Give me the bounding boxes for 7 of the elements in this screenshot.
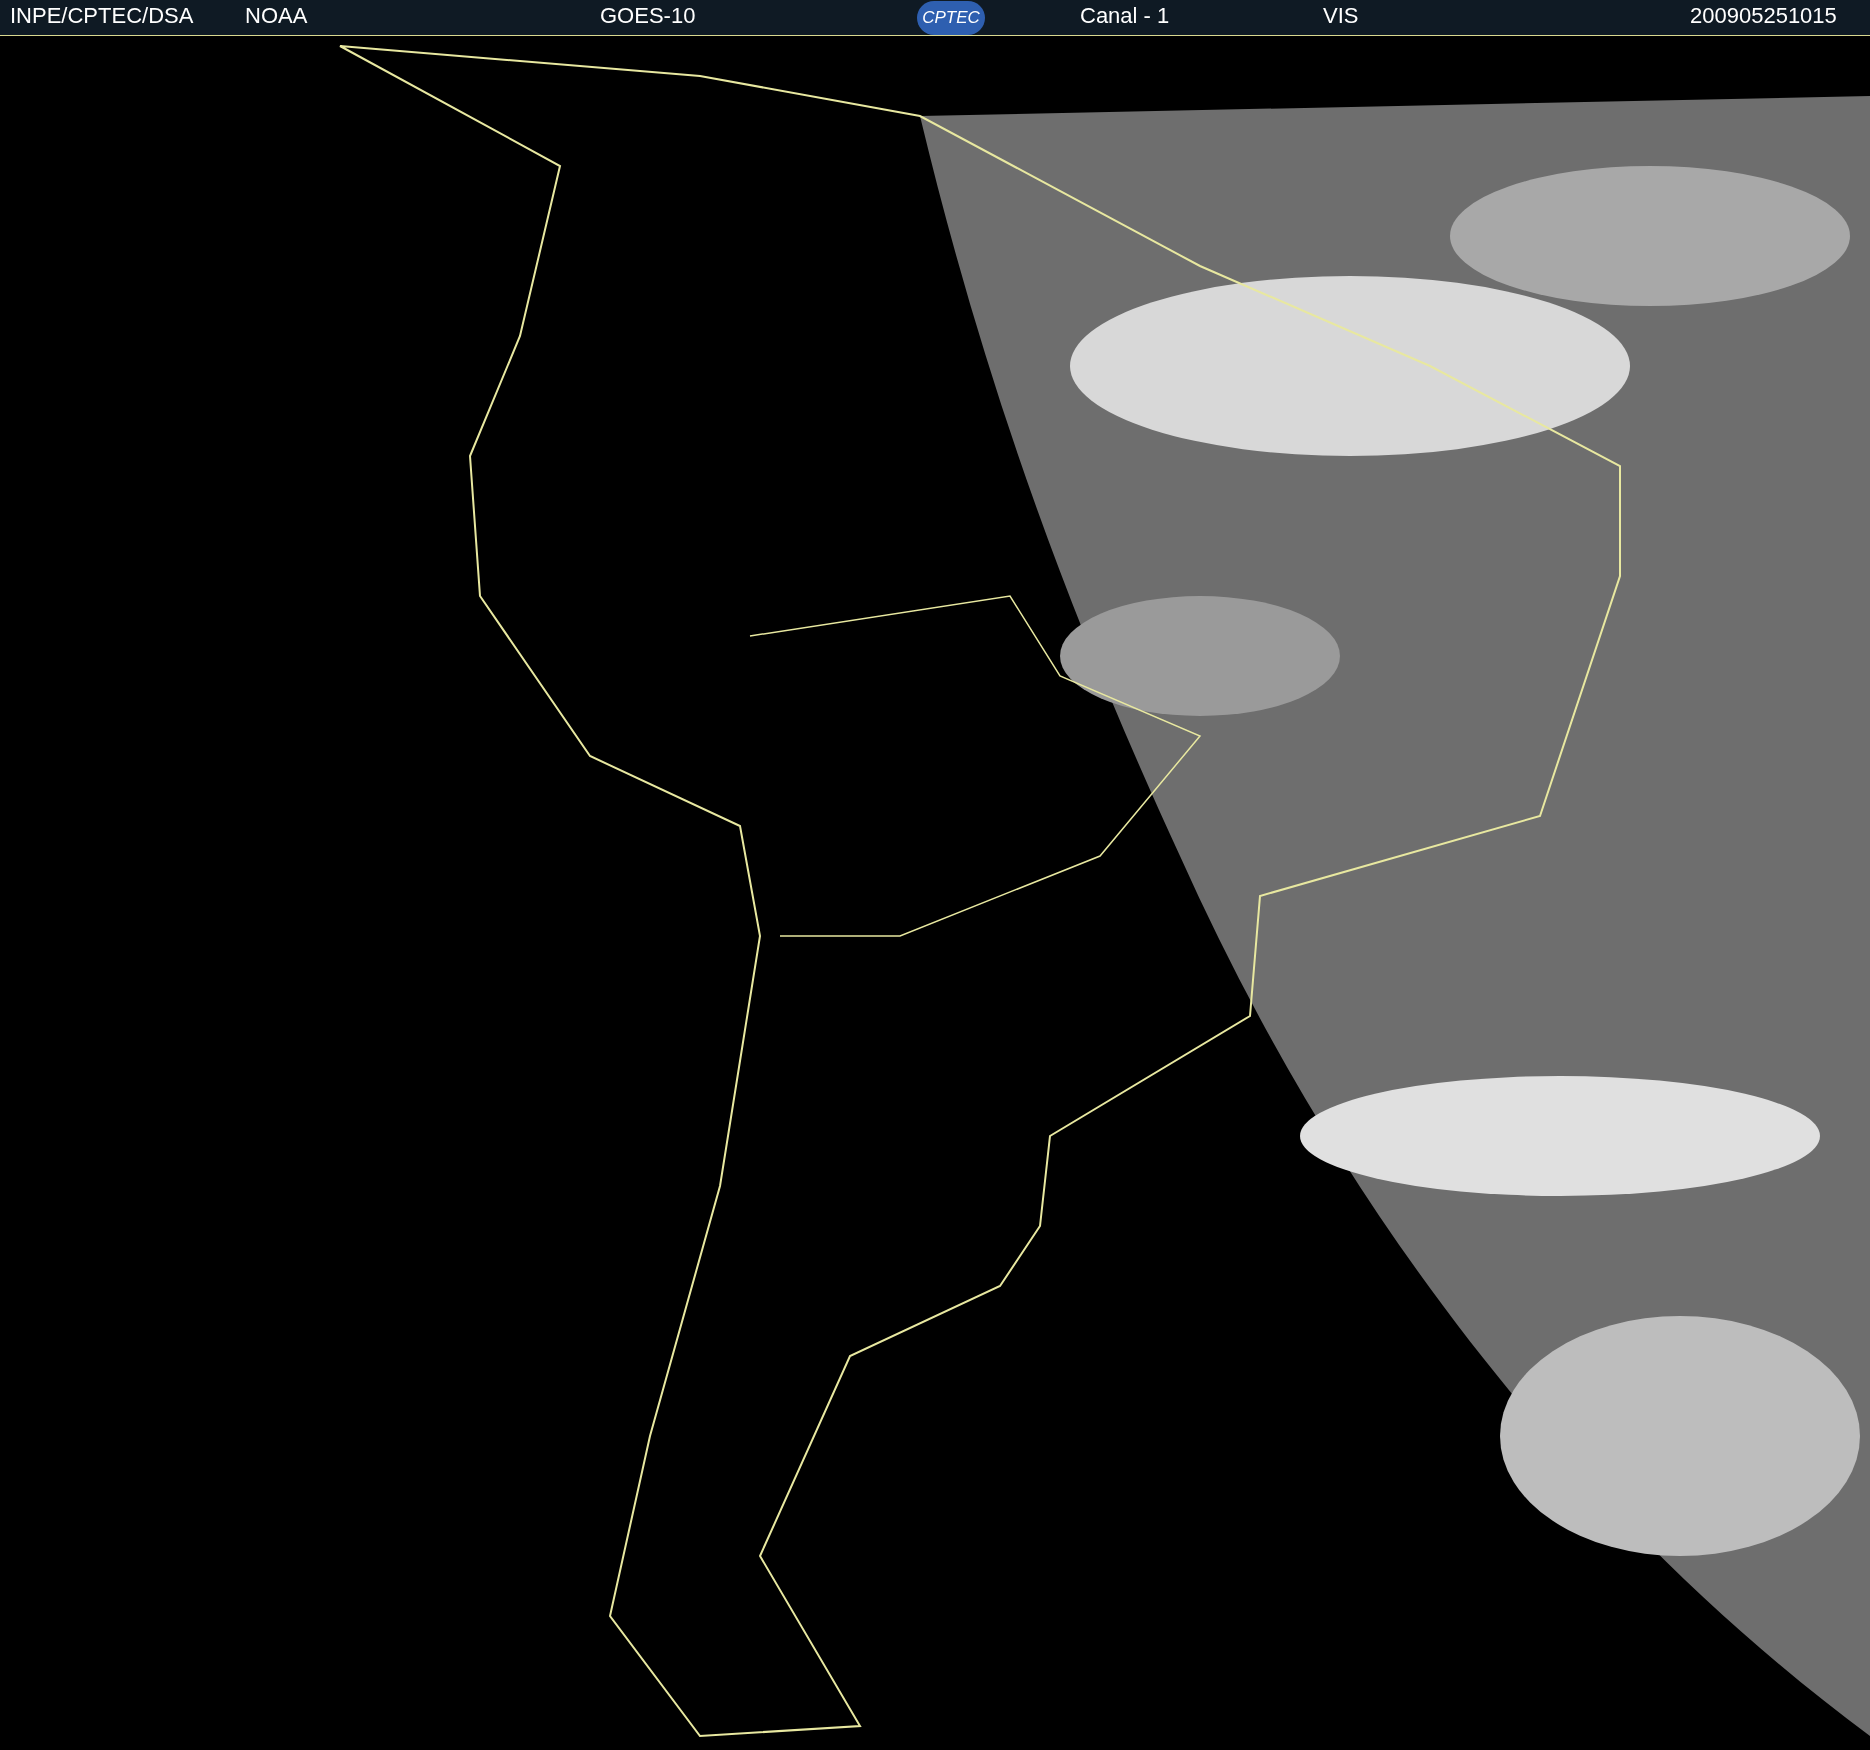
timestamp-label: 200905251015 <box>1690 3 1837 28</box>
agency-label: NOAA <box>245 3 308 28</box>
logo: CPTEC <box>917 0 985 35</box>
band-label: VIS <box>1323 3 1359 28</box>
source-label: INPE/CPTEC/DSA <box>10 3 194 28</box>
channel-label: Canal - 1 <box>1080 3 1170 28</box>
satellite-label: GOES-10 <box>600 3 696 28</box>
